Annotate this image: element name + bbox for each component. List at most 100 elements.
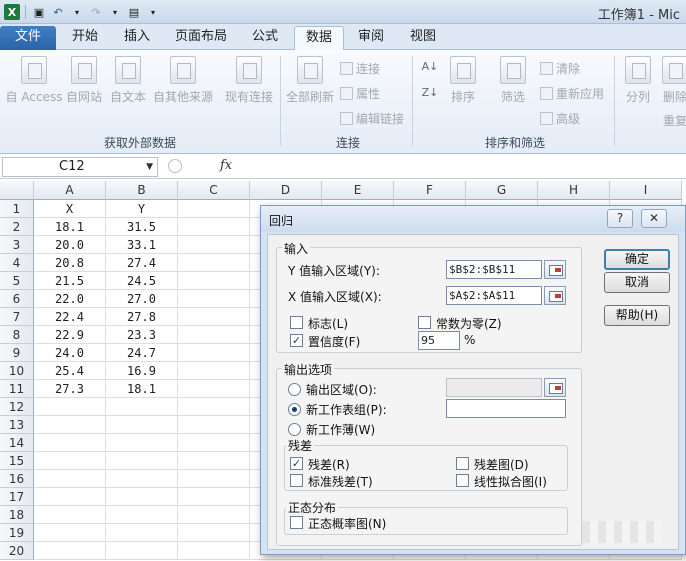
name-box-dropdown-icon[interactable]: ▼ [146, 158, 153, 176]
column-header-a[interactable]: A [34, 181, 106, 200]
row-header[interactable]: 12 [0, 398, 34, 416]
cell-c19[interactable] [178, 524, 250, 542]
redo-icon[interactable]: ↷ [88, 4, 104, 20]
sort-button[interactable]: 排序 [446, 56, 480, 105]
connections-command[interactable]: 连接 [340, 60, 380, 77]
row-header[interactable]: 16 [0, 470, 34, 488]
std-residuals-checkbox[interactable] [290, 474, 303, 487]
cell-b4[interactable]: 27.4 [106, 254, 178, 272]
row-header[interactable]: 10 [0, 362, 34, 380]
cell-b12[interactable] [106, 398, 178, 416]
cell-b1[interactable]: Y [106, 200, 178, 218]
dialog-title-bar[interactable]: 回归 ? ✕ [261, 206, 685, 232]
column-header-c[interactable]: C [178, 181, 250, 200]
row-header[interactable]: 17 [0, 488, 34, 506]
cell-a15[interactable] [34, 452, 106, 470]
cell-b15[interactable] [106, 452, 178, 470]
y-range-input[interactable]: $B$2:$B$11 [446, 260, 542, 279]
cell-b14[interactable] [106, 434, 178, 452]
labels-checkbox[interactable] [290, 316, 303, 329]
cell-a16[interactable] [34, 470, 106, 488]
row-header[interactable]: 18 [0, 506, 34, 524]
tab-formulas[interactable]: 公式 [240, 26, 290, 50]
cell-a4[interactable]: 20.8 [34, 254, 106, 272]
undo-icon[interactable]: ↶ [50, 4, 66, 20]
text-to-columns-button[interactable]: 分列 [620, 56, 656, 105]
help-button[interactable]: 帮助(H) [604, 305, 670, 326]
cell-b20[interactable] [106, 542, 178, 560]
output-range-input[interactable] [446, 378, 542, 397]
cell-c8[interactable] [178, 326, 250, 344]
filter-button[interactable]: 筛选 [496, 56, 530, 105]
tab-data[interactable]: 数据 [294, 26, 344, 51]
tab-file[interactable]: 文件 [0, 26, 56, 50]
cell-c17[interactable] [178, 488, 250, 506]
cell-c7[interactable] [178, 308, 250, 326]
cell-c5[interactable] [178, 272, 250, 290]
cell-a11[interactable]: 27.3 [34, 380, 106, 398]
cell-c4[interactable] [178, 254, 250, 272]
cell-b18[interactable] [106, 506, 178, 524]
cell-c9[interactable] [178, 344, 250, 362]
cell-c1[interactable] [178, 200, 250, 218]
column-header-g[interactable]: G [466, 181, 538, 200]
from-text-button[interactable]: 自文本 [106, 56, 150, 105]
column-header-b[interactable]: B [106, 181, 178, 200]
cell-b13[interactable] [106, 416, 178, 434]
cell-c18[interactable] [178, 506, 250, 524]
cell-c2[interactable] [178, 218, 250, 236]
cell-b8[interactable]: 23.3 [106, 326, 178, 344]
column-header-e[interactable]: E [322, 181, 394, 200]
output-range-collapse-icon[interactable] [544, 378, 566, 397]
tab-page-layout[interactable]: 页面布局 [166, 26, 236, 50]
cell-c20[interactable] [178, 542, 250, 560]
cancel-button[interactable]: 取消 [604, 272, 670, 293]
new-worksheet-radio[interactable] [288, 403, 301, 416]
row-header[interactable]: 1 [0, 200, 34, 218]
cell-a13[interactable] [34, 416, 106, 434]
clear-command[interactable]: 清除 [540, 60, 580, 77]
tab-review[interactable]: 审阅 [346, 26, 396, 50]
remove-duplicates-button[interactable]: 删除 [660, 56, 686, 105]
properties-command[interactable]: 属性 [340, 85, 380, 102]
normal-probability-checkbox[interactable] [290, 516, 303, 529]
customize-qat-icon[interactable]: ▾ [145, 4, 161, 20]
cell-c11[interactable] [178, 380, 250, 398]
row-header[interactable]: 3 [0, 236, 34, 254]
from-access-button[interactable]: 自 Access [4, 56, 64, 105]
formula-bar-handle-icon[interactable] [168, 159, 182, 173]
row-header[interactable]: 9 [0, 344, 34, 362]
cell-b5[interactable]: 24.5 [106, 272, 178, 290]
reapply-command[interactable]: 重新应用 [540, 85, 604, 102]
ok-button[interactable]: 确定 [604, 249, 670, 270]
cell-c15[interactable] [178, 452, 250, 470]
row-header[interactable]: 15 [0, 452, 34, 470]
insert-function-icon[interactable]: fx [220, 158, 232, 173]
row-header[interactable]: 5 [0, 272, 34, 290]
existing-connections-button[interactable]: 现有连接 [222, 56, 276, 105]
sort-ascending-button[interactable]: A↓ Z↓ [418, 60, 442, 99]
cell-c6[interactable] [178, 290, 250, 308]
column-header-i[interactable]: I [610, 181, 682, 200]
cell-c3[interactable] [178, 236, 250, 254]
residual-plot-checkbox[interactable] [456, 457, 469, 470]
residuals-checkbox[interactable]: ✓ [290, 457, 303, 470]
column-header-f[interactable]: F [394, 181, 466, 200]
confidence-checkbox[interactable]: ✓ [290, 334, 303, 347]
undo-dropdown-icon[interactable]: ▾ [69, 4, 85, 20]
cell-b11[interactable]: 18.1 [106, 380, 178, 398]
save-icon[interactable]: ▣ [31, 4, 47, 20]
cell-b7[interactable]: 27.8 [106, 308, 178, 326]
help-icon[interactable]: ? [607, 209, 633, 228]
row-header[interactable]: 19 [0, 524, 34, 542]
cell-a14[interactable] [34, 434, 106, 452]
row-header[interactable]: 8 [0, 326, 34, 344]
cell-b10[interactable]: 16.9 [106, 362, 178, 380]
cell-c14[interactable] [178, 434, 250, 452]
cell-b6[interactable]: 27.0 [106, 290, 178, 308]
cell-b16[interactable] [106, 470, 178, 488]
cell-a2[interactable]: 18.1 [34, 218, 106, 236]
cell-a17[interactable] [34, 488, 106, 506]
cell-a12[interactable] [34, 398, 106, 416]
y-range-collapse-icon[interactable] [544, 260, 566, 279]
